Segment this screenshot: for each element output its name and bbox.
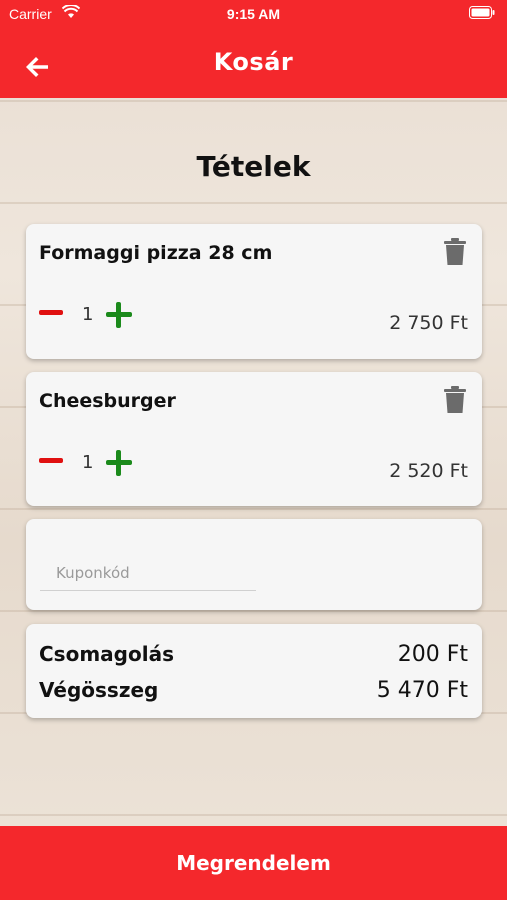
decrease-quantity-button[interactable]: [38, 304, 64, 322]
total-label: Végösszeg: [39, 678, 159, 702]
cart-item: Cheesburger 1 2 520 Ft: [26, 372, 482, 506]
item-quantity: 1: [82, 304, 94, 325]
cart-item: Formaggi pizza 28 cm 1 2 750 Ft: [26, 224, 482, 359]
packaging-label: Csomagolás: [39, 642, 174, 666]
status-time: 9:15 AM: [226, 6, 281, 22]
order-button[interactable]: Megrendelem: [0, 826, 507, 900]
status-bar: Carrier 9:15 AM: [0, 0, 507, 30]
trash-icon[interactable]: [443, 238, 467, 266]
total-value: 5 470 Ft: [376, 678, 468, 703]
section-title: Tételek: [196, 150, 311, 183]
item-name: Cheesburger: [39, 390, 176, 412]
item-quantity: 1: [82, 452, 94, 473]
total-row: Végösszeg 5 470 Ft: [39, 678, 468, 708]
item-price: 2 750 Ft: [389, 312, 468, 334]
item-name: Formaggi pizza 28 cm: [39, 242, 273, 264]
coupon-input[interactable]: [40, 555, 256, 591]
page-title: Kosár: [213, 48, 294, 76]
decrease-quantity-button[interactable]: [38, 452, 64, 470]
increase-quantity-button[interactable]: [106, 302, 132, 328]
packaging-row: Csomagolás 200 Ft: [39, 642, 468, 672]
summary-card: Csomagolás 200 Ft Végösszeg 5 470 Ft: [26, 624, 482, 718]
trash-icon[interactable]: [443, 386, 467, 414]
packaging-value: 200 Ft: [397, 642, 468, 667]
coupon-card: [26, 519, 482, 610]
increase-quantity-button[interactable]: [106, 450, 132, 476]
top-bar: Carrier 9:15 AM Kosár: [0, 0, 507, 98]
item-price: 2 520 Ft: [389, 460, 468, 482]
battery-icon: [469, 6, 495, 19]
